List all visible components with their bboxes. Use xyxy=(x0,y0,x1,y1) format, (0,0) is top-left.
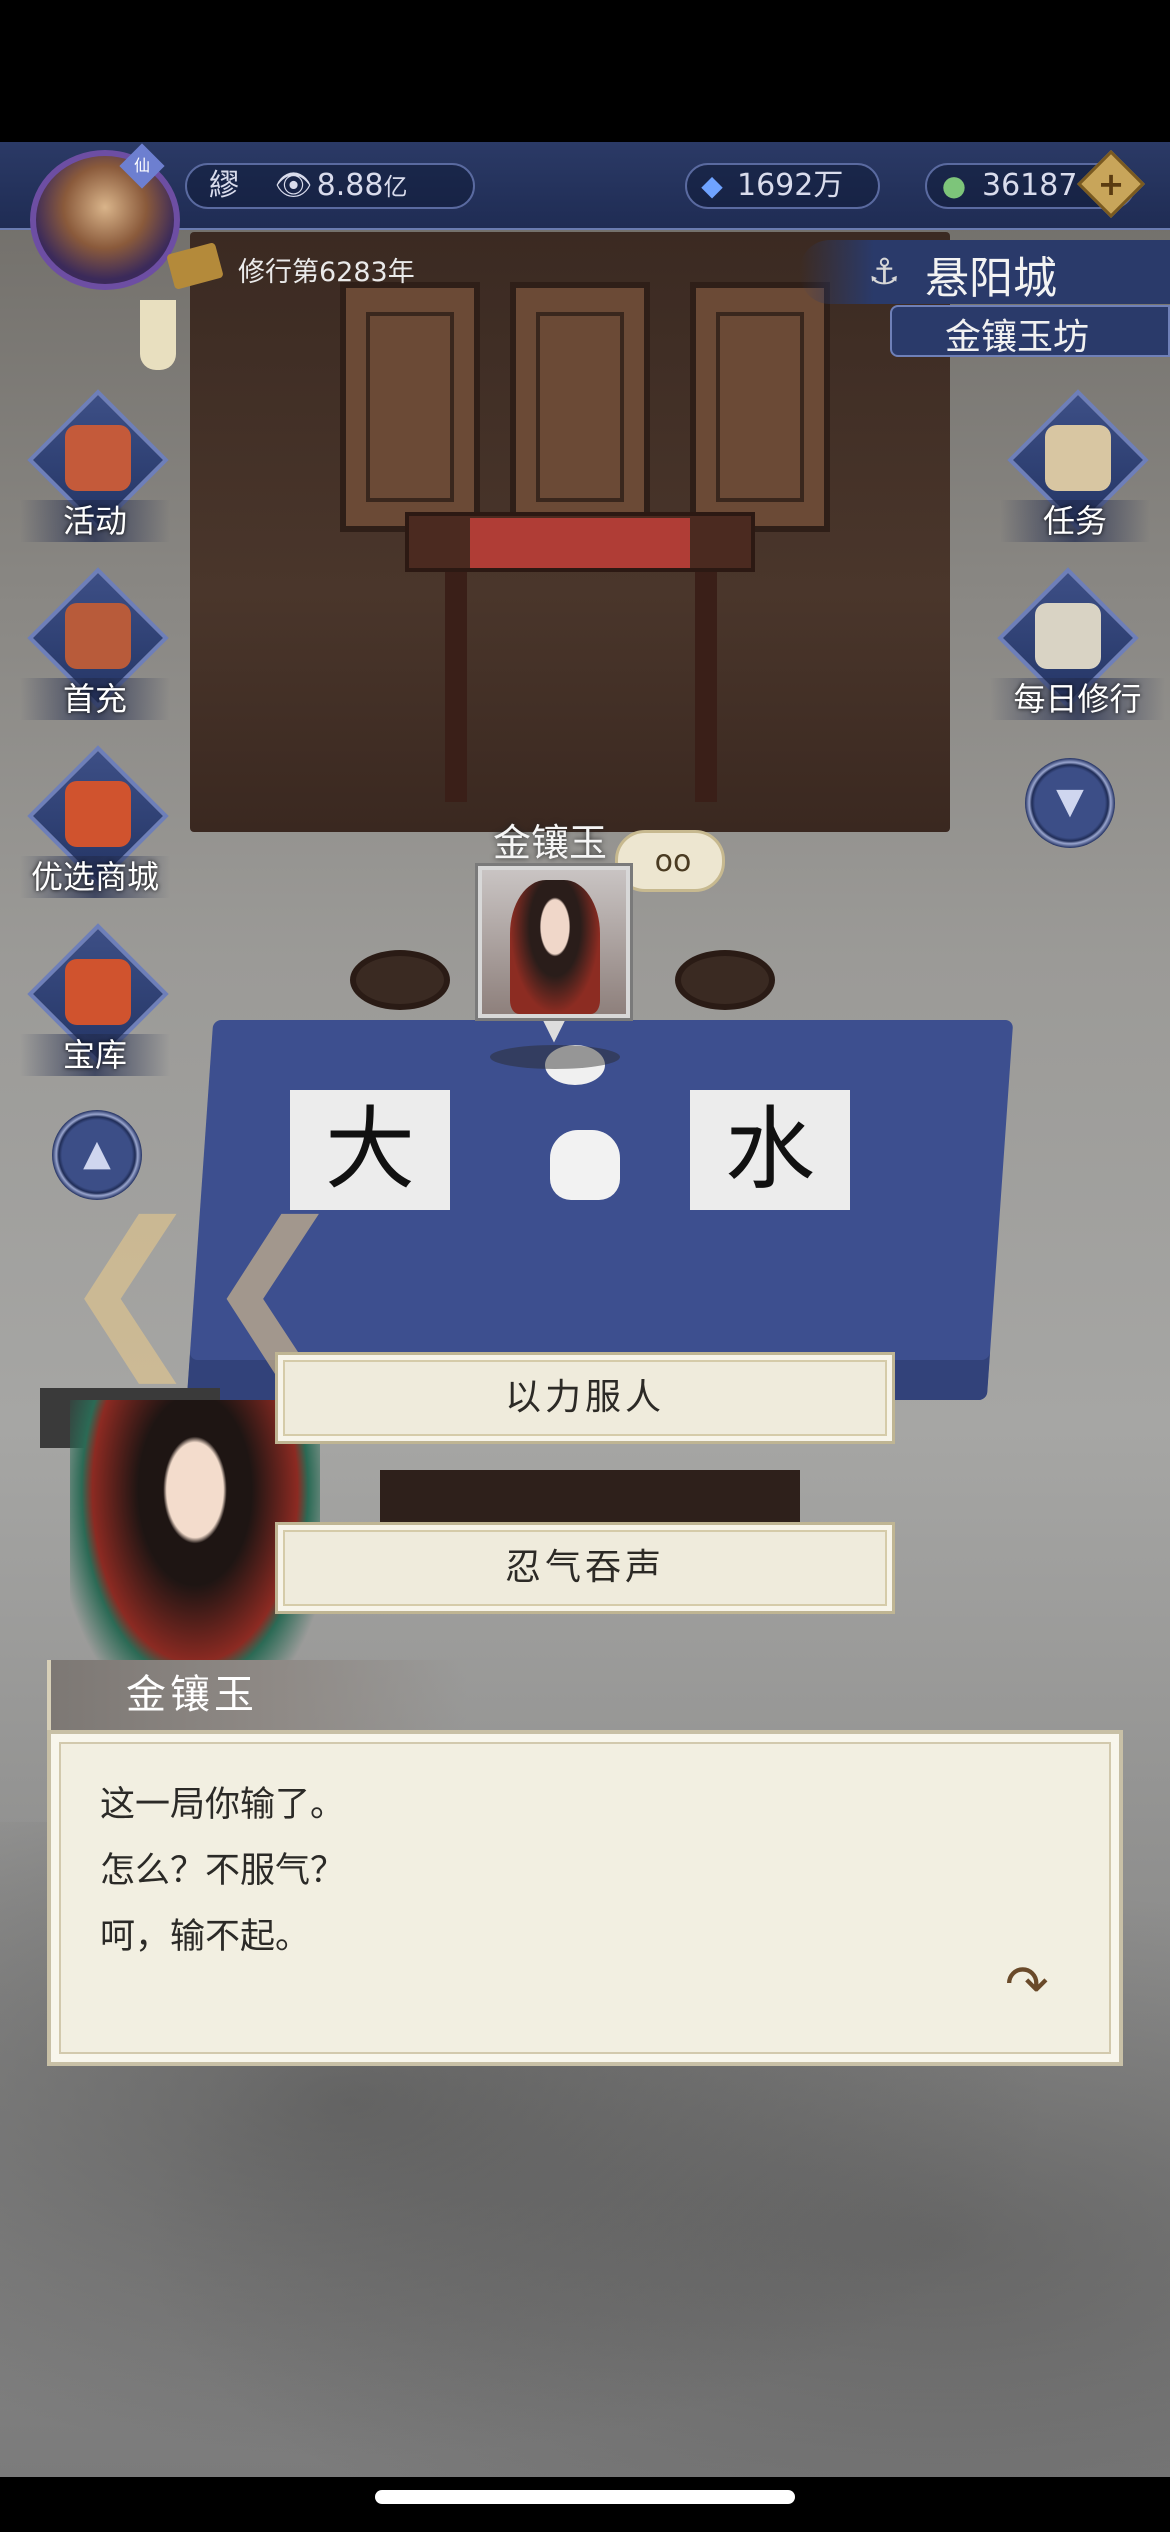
npc-shadow xyxy=(490,1045,620,1069)
first-recharge-label: 首充 xyxy=(20,678,170,720)
collapse-right-menu-button[interactable]: ▼ xyxy=(1025,758,1115,848)
wall-sign xyxy=(690,282,830,532)
dialog-line: 这一局你输了。 xyxy=(100,1785,346,1824)
treasury-button[interactable]: 宝库 xyxy=(20,923,170,1084)
tassel-ornament xyxy=(140,300,176,370)
choice-option-2[interactable]: 忍气吞声 xyxy=(275,1522,895,1614)
chat-bubble-icon[interactable]: oo xyxy=(615,830,725,892)
money-bag-icon xyxy=(65,603,131,669)
power-unit: 亿 xyxy=(383,173,408,201)
altar-cloth xyxy=(470,518,690,568)
chevron-down-icon: ▼ xyxy=(1056,781,1084,822)
speaker-name-plate: 金镶玉 xyxy=(47,1660,467,1730)
altar-leg xyxy=(445,572,467,802)
crystal-icon: ◆ xyxy=(701,169,723,202)
shop-label: 优选商城 xyxy=(20,856,170,898)
bottom-bar xyxy=(0,2477,1170,2532)
tea-pot xyxy=(550,1130,620,1200)
lantern-icon xyxy=(65,425,131,491)
tasks-button[interactable]: 任务 xyxy=(1000,389,1150,550)
jade-currency[interactable]: ◆ 1692万 xyxy=(685,163,880,209)
power-value: 8.88 xyxy=(316,168,384,203)
dialog-line: 呵，输不起。 xyxy=(100,1917,311,1956)
stool xyxy=(350,950,450,1010)
city-name: 悬阳城 xyxy=(925,253,1057,304)
status-bar xyxy=(0,0,1170,142)
activity-button[interactable]: 活动 xyxy=(20,389,170,550)
coin-icon: ● xyxy=(941,169,967,202)
paper-char-left: 大 xyxy=(325,1097,415,1202)
treasury-label: 宝库 xyxy=(20,1034,170,1076)
home-indicator[interactable] xyxy=(375,2490,795,2504)
wall-sign xyxy=(510,282,650,532)
first-recharge-button[interactable]: 首充 xyxy=(20,567,170,728)
cultivation-year: 修行第6283年 xyxy=(238,257,415,288)
place-name: 金镶玉坊 xyxy=(945,317,1090,358)
stool xyxy=(675,950,775,1010)
eye-slash-icon: 👁 xyxy=(274,168,313,203)
altar-leg xyxy=(695,572,717,802)
paper-char-right: 水 xyxy=(725,1097,815,1202)
speaker-name: 金镶玉 xyxy=(126,1672,258,1718)
coin-value: 36187 xyxy=(982,168,1078,203)
treasure-chest-icon xyxy=(65,959,131,1025)
activity-label: 活动 xyxy=(20,500,170,542)
npc-name: 金镶玉 xyxy=(492,821,607,865)
daily-cultivation-label: 每日修行 xyxy=(990,678,1165,720)
tasks-label: 任务 xyxy=(1000,500,1150,542)
wall-sign xyxy=(340,282,480,532)
gift-box-icon xyxy=(65,781,131,847)
player-info[interactable]: 繆 👁 8.88亿 xyxy=(185,163,475,209)
npc-avatar-image xyxy=(510,880,600,1014)
daily-cultivation-button[interactable]: 每日修行 xyxy=(990,567,1165,728)
book-icon xyxy=(1035,603,1101,669)
choice-option-1[interactable]: 以力服人 xyxy=(275,1352,895,1444)
scroll-task-icon xyxy=(1045,425,1111,491)
shop-button[interactable]: 优选商城 xyxy=(20,745,170,906)
back-chevron-icon[interactable]: ❮❮ xyxy=(60,1200,345,1370)
player-name: 繆 xyxy=(209,168,239,203)
location-pin-icon: ⚓ xyxy=(868,252,901,293)
down-arrow-icon: ▼ xyxy=(543,1013,565,1046)
jade-value: 1692万 xyxy=(737,168,844,203)
next-arrow-icon[interactable]: ↷ xyxy=(1005,1955,1049,2015)
chevron-up-icon: ▲ xyxy=(83,1133,111,1174)
dialog-line: 怎么？不服气？ xyxy=(100,1851,346,1890)
